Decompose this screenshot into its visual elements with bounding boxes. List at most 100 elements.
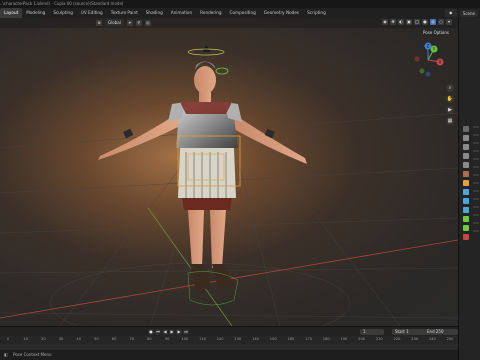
viewport-nav-buttons: ⌕ ✋ ▶ ▦ xyxy=(446,84,454,125)
timeline-tick-label: 150 xyxy=(269,337,277,341)
view-layer-tab-icon[interactable] xyxy=(463,153,469,159)
timeline-tick-label: 50 xyxy=(94,337,99,341)
tool-tab-icon[interactable] xyxy=(463,126,469,132)
overlay-icon[interactable]: ◐ xyxy=(398,19,404,25)
navigation-gizmo[interactable]: X Y Z xyxy=(408,40,448,80)
render-tab-icon[interactable] xyxy=(463,135,469,141)
pivot-icon[interactable]: ⌖ xyxy=(126,19,133,26)
end-value: 250 xyxy=(435,329,444,334)
proportional-icon[interactable]: ◎ xyxy=(144,19,151,26)
playback-controls: ● ⏮ ◀ ▶ ▶ ⏭ xyxy=(148,329,189,335)
viewport-header-left: ⊕ Global ⌖ ⚲ ◎ xyxy=(96,19,151,26)
scene-icon: ◆ xyxy=(444,9,457,17)
timeline-tick-label: 10 xyxy=(23,337,28,341)
gizmo-z-label: Z xyxy=(427,44,430,49)
end-label: End xyxy=(427,329,435,334)
timeline-tick-label: 30 xyxy=(58,337,64,341)
world-tab-icon[interactable] xyxy=(463,171,469,177)
bone-tab-icon[interactable] xyxy=(463,225,469,231)
status-bar: ◧ Pose Context Menu xyxy=(0,350,458,360)
3d-viewport[interactable]: ⊕ Global ⌖ ⚲ ◎ ◉ ✥ ◐ ▣ ◯ ● ◍ ○ ▾ Pose Op… xyxy=(0,18,458,326)
character-model[interactable] xyxy=(0,18,458,326)
tab-rendering[interactable]: Rendering xyxy=(196,8,225,18)
timeline-tick-label: 0 xyxy=(6,337,10,341)
timeline-tick-label: 80 xyxy=(147,337,152,341)
timeline-tick-label: 190 xyxy=(340,337,348,341)
tab-sculpting[interactable]: Sculpting xyxy=(49,8,77,18)
jump-start-icon[interactable]: ⏮ xyxy=(155,329,161,335)
tab-scripting[interactable]: Scripting xyxy=(303,8,330,18)
timeline-tick-label: 160 xyxy=(287,337,295,341)
object-tab-icon[interactable] xyxy=(463,180,469,186)
timeline-tick-label: 110 xyxy=(199,337,206,341)
tab-geometry-nodes[interactable]: Geometry Nodes xyxy=(260,8,303,18)
modifier-tab-icon[interactable] xyxy=(463,189,469,195)
properties-content xyxy=(473,126,479,232)
top-menu-bar: ..\characterPack 1.blend) - Cupla 00 (so… xyxy=(0,0,480,8)
timeline-tick-label: 100 xyxy=(181,337,189,341)
selected-bone xyxy=(215,67,229,75)
shading-options-icon[interactable]: ▾ xyxy=(446,19,452,25)
tab-uv-editing[interactable]: UV Editing xyxy=(77,8,107,18)
timeline-ruler: 0 10 20 30 40 50 60 70 80 90 100 110 120 130 140 150 160… xyxy=(0,337,458,343)
physics-tab-icon[interactable] xyxy=(463,207,469,213)
zoom-icon[interactable]: ⌕ xyxy=(446,84,454,92)
wireframe-shading-icon[interactable]: ◯ xyxy=(414,19,420,25)
timeline-tick-label: 60 xyxy=(111,337,117,341)
tab-modeling[interactable]: Modeling xyxy=(22,8,49,18)
grid-icon[interactable]: ▦ xyxy=(446,117,454,125)
start-value: 1 xyxy=(406,329,409,334)
start-label: Start xyxy=(395,329,405,334)
hand-icon[interactable]: ✋ xyxy=(446,95,454,103)
scene-tab-icon[interactable] xyxy=(463,162,469,168)
transform-orientation[interactable]: Global xyxy=(105,19,124,26)
record-icon[interactable]: ● xyxy=(148,329,154,335)
xray-icon[interactable]: ▣ xyxy=(406,19,412,25)
tab-texture-paint[interactable]: Texture Paint xyxy=(107,8,142,18)
end-frame-field[interactable]: End 250 xyxy=(424,329,458,335)
rewind-icon[interactable]: ◀ xyxy=(162,329,168,335)
context-menu-hint: Pose Context Menu xyxy=(13,352,52,357)
current-frame-field[interactable]: 1 xyxy=(360,329,384,335)
tab-layout[interactable]: Layout xyxy=(0,8,23,18)
workspace-tabs: Layout Modeling Sculpting UV Editing Tex… xyxy=(0,8,480,18)
timeline-tick-label: 200 xyxy=(358,337,366,341)
scene-name: Scene xyxy=(459,9,478,17)
timeline-tick-label: 170 xyxy=(305,337,312,341)
timeline-tick-label: 40 xyxy=(76,337,82,341)
snap-icon[interactable]: ⚲ xyxy=(135,19,142,26)
play-icon[interactable]: ▶ xyxy=(169,329,175,335)
gizmo-icon[interactable]: ✥ xyxy=(390,19,396,25)
scene-selector[interactable]: ◆ Scene xyxy=(444,9,478,17)
viewport-header-right: ◉ ✥ ◐ ▣ ◯ ● ◍ ○ ▾ xyxy=(382,19,452,25)
material-tab-icon[interactable] xyxy=(463,234,469,240)
timeline-tick-label: 220 xyxy=(393,337,401,341)
tab-animation[interactable]: Animation xyxy=(167,8,196,18)
tab-compositing[interactable]: Compositing xyxy=(226,8,260,18)
timeline-tick-label: 250 xyxy=(446,337,454,341)
timeline-tick-label: 180 xyxy=(322,337,330,341)
pose-options-dropdown[interactable]: Pose Options xyxy=(420,29,452,36)
material-shading-icon[interactable]: ◍ xyxy=(430,19,436,25)
properties-panel[interactable] xyxy=(458,18,480,360)
particles-tab-icon[interactable] xyxy=(463,198,469,204)
data-tab-icon[interactable] xyxy=(463,216,469,222)
timeline-tick-label: 230 xyxy=(411,337,419,341)
visibility-icon[interactable]: ◉ xyxy=(382,19,388,25)
output-tab-icon[interactable] xyxy=(463,144,469,150)
tab-shading[interactable]: Shading xyxy=(142,8,167,18)
timeline[interactable]: 0 10 20 30 40 50 60 70 80 90 100 110 120 130 140 150 160… xyxy=(0,336,458,350)
timeline-tick-label: 20 xyxy=(41,337,46,341)
forward-icon[interactable]: ▶ xyxy=(176,329,182,335)
window-title: ..\characterPack 1.blend) - Cupla 00 (so… xyxy=(0,1,124,6)
timeline-tick-label: 210 xyxy=(375,337,383,341)
viewport-header: ⊕ Global ⌖ ⚲ ◎ ◉ ✥ ◐ ▣ ◯ ● ◍ ○ ▾ xyxy=(0,18,458,28)
orientation-icon[interactable]: ⊕ xyxy=(96,19,102,26)
mouse-icon: ◧ xyxy=(4,352,8,357)
solid-shading-icon[interactable]: ● xyxy=(422,19,428,25)
camera-icon[interactable]: ▶ xyxy=(446,106,454,114)
gizmo-x-label: X xyxy=(439,60,442,65)
rendered-shading-icon[interactable]: ○ xyxy=(438,19,444,25)
jump-end-icon[interactable]: ⏭ xyxy=(183,329,189,335)
start-frame-field[interactable]: Start 1 xyxy=(392,329,426,335)
